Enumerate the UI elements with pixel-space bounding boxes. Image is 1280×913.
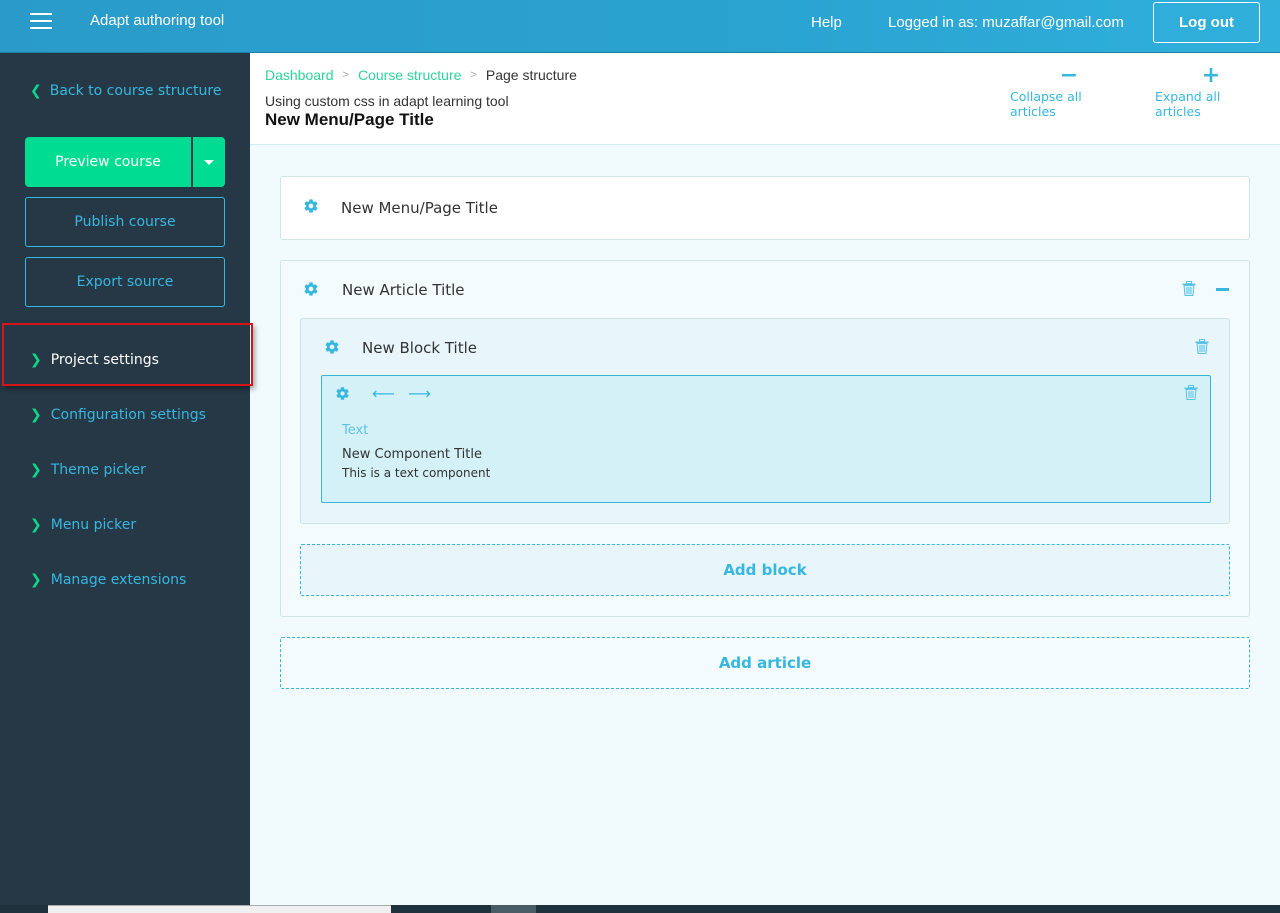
breadcrumb-page-structure: Page structure — [485, 67, 577, 83]
sidebar-item-label: Theme picker — [50, 461, 146, 478]
block-title: New Block Title — [362, 339, 477, 357]
trash-icon[interactable] — [1182, 281, 1196, 296]
expand-all-articles-button[interactable]: + Expand all articles — [1155, 63, 1267, 120]
help-link[interactable]: Help — [811, 14, 842, 31]
sidebar-item-configuration-settings[interactable]: ❯ Configuration settings — [0, 387, 250, 442]
sidebar-item-project-settings[interactable]: ❯ Project settings — [0, 332, 250, 387]
trash-icon[interactable] — [1195, 339, 1209, 354]
gear-icon[interactable] — [324, 339, 340, 355]
sidebar-item-theme-picker[interactable]: ❯ Theme picker — [0, 442, 250, 497]
chevron-right-icon: ❯ — [30, 571, 42, 588]
gear-icon[interactable] — [303, 198, 319, 214]
chevron-right-icon: ❯ — [30, 406, 42, 423]
article-title: New Article Title — [342, 281, 465, 299]
sidebar-item-label: Menu picker — [50, 516, 137, 533]
block: New Block Title ⟵ ⟶ Text New Component T… — [300, 318, 1230, 524]
taskbar-app-button[interactable] — [491, 905, 536, 913]
logout-button[interactable]: Log out — [1153, 2, 1260, 43]
logged-in-user: Logged in as: muzaffar@gmail.com — [888, 14, 1124, 31]
sidebar-item-label: Manage extensions — [50, 571, 187, 588]
sidebar-item-menu-picker[interactable]: ❯ Menu picker — [0, 497, 250, 552]
arrow-left-icon[interactable]: ⟵ — [372, 384, 395, 403]
page-header: Dashboard > Course structure > Page stru… — [250, 53, 1280, 145]
back-to-course-structure-link[interactable]: ❮ Back to course structure — [30, 83, 221, 99]
back-link-label: Back to course structure — [49, 83, 222, 99]
plus-icon: + — [1201, 63, 1221, 88]
preview-course-button[interactable]: Preview course — [25, 137, 192, 187]
breadcrumb-separator: > — [342, 69, 349, 81]
component-title: New Component Title — [342, 447, 482, 462]
sidebar-item-label: Configuration settings — [50, 406, 206, 423]
sidebar-item-label: Project settings — [50, 351, 159, 368]
add-article-button[interactable]: Add article — [280, 637, 1250, 689]
caret-down-icon — [204, 159, 214, 165]
text-component[interactable]: ⟵ ⟶ Text New Component Title This is a t… — [321, 375, 1211, 503]
minus-icon: − — [1059, 63, 1079, 88]
sidebar: ❮ Back to course structure Preview cours… — [0, 53, 253, 905]
preview-button-group: Preview course — [25, 137, 225, 187]
breadcrumb: Dashboard > Course structure > Page stru… — [265, 67, 577, 83]
breadcrumb-dashboard[interactable]: Dashboard — [265, 67, 334, 83]
export-source-button[interactable]: Export source — [25, 257, 225, 307]
chevron-left-icon: ❮ — [30, 83, 42, 99]
publish-course-button[interactable]: Publish course — [25, 197, 225, 247]
page-title: New Menu/Page Title — [265, 110, 434, 129]
taskbar-search-field[interactable] — [48, 905, 391, 913]
article: New Article Title New Block Title ⟵ ⟶ Te… — [280, 260, 1250, 617]
top-bar: Adapt authoring tool Help Logged in as: … — [0, 0, 1280, 53]
chevron-right-icon: ❯ — [30, 516, 42, 533]
os-taskbar — [0, 905, 1280, 913]
breadcrumb-course-structure[interactable]: Course structure — [358, 67, 461, 83]
collapse-all-articles-button[interactable]: − Collapse all articles — [1010, 63, 1128, 120]
course-title: Using custom css in adapt learning tool — [265, 93, 509, 109]
hamburger-icon[interactable] — [30, 13, 52, 31]
page-card-title: New Menu/Page Title — [341, 199, 498, 217]
chevron-right-icon: ❯ — [30, 461, 42, 478]
component-type-label: Text — [342, 423, 369, 438]
trash-icon[interactable] — [1184, 385, 1198, 400]
arrow-right-icon[interactable]: ⟶ — [408, 384, 431, 403]
chevron-right-icon: ❯ — [30, 351, 42, 368]
collapse-article-icon[interactable] — [1216, 288, 1229, 291]
component-body: This is a text component — [342, 466, 491, 480]
expand-all-label: Expand all articles — [1155, 89, 1221, 119]
app-title: Adapt authoring tool — [90, 12, 225, 29]
preview-dropdown-button[interactable] — [193, 137, 225, 187]
gear-icon[interactable] — [303, 281, 319, 297]
page-card: New Menu/Page Title — [280, 176, 1250, 240]
collapse-all-label: Collapse all articles — [1010, 89, 1082, 119]
sidebar-item-manage-extensions[interactable]: ❯ Manage extensions — [0, 552, 250, 607]
gear-icon[interactable] — [335, 386, 350, 401]
add-block-button[interactable]: Add block — [300, 544, 1230, 596]
breadcrumb-separator: > — [470, 69, 477, 81]
